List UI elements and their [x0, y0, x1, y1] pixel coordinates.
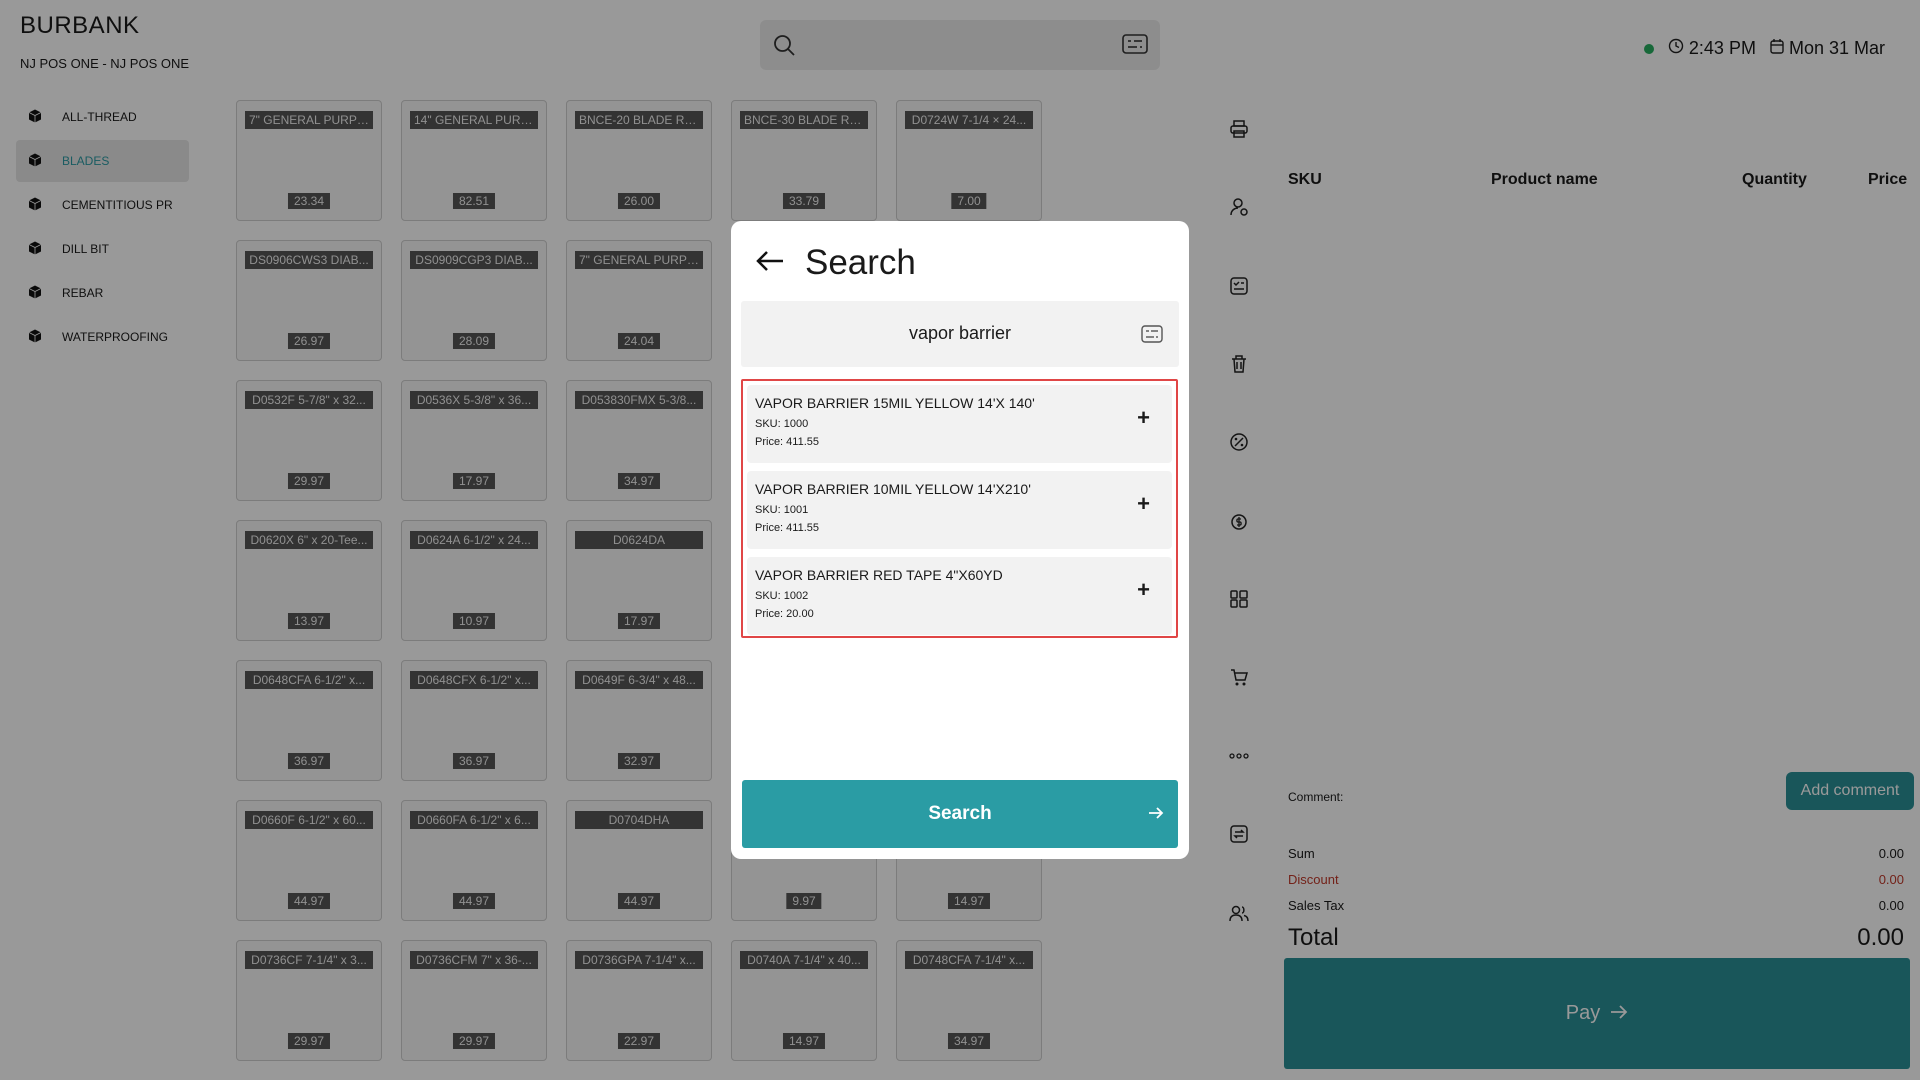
result-price: Price: 411.55	[755, 436, 820, 448]
result-sku: SKU: 1002	[755, 590, 809, 602]
result-price: Price: 20.00	[755, 608, 814, 620]
add-item-button[interactable]: +	[1137, 493, 1150, 515]
back-arrow-icon[interactable]	[755, 249, 785, 278]
search-button-label: Search	[928, 803, 992, 824]
search-query-text: vapor barrier	[908, 323, 1012, 343]
keyboard-icon[interactable]	[1141, 325, 1163, 348]
result-sku: SKU: 1000	[755, 418, 809, 430]
arrow-right-icon	[1148, 804, 1164, 826]
search-button[interactable]: Search	[742, 780, 1178, 848]
search-modal: Search vapor barrier VAPOR BARRIER 15MIL…	[731, 221, 1189, 859]
result-name: VAPOR BARRIER 15MIL YELLOW 14'X 140'	[755, 395, 1035, 411]
result-name: VAPOR BARRIER RED TAPE 4"X60YD	[755, 567, 1003, 583]
search-query-input[interactable]: vapor barrier	[741, 301, 1179, 367]
add-item-button[interactable]: +	[1137, 407, 1150, 429]
modal-header: Search	[755, 243, 916, 283]
search-results-list: VAPOR BARRIER 15MIL YELLOW 14'X 140' SKU…	[741, 379, 1178, 638]
result-name: VAPOR BARRIER 10MIL YELLOW 14'X210'	[755, 481, 1031, 497]
result-price: Price: 411.55	[755, 522, 820, 534]
search-result-item[interactable]: VAPOR BARRIER RED TAPE 4"X60YD SKU: 1002…	[747, 557, 1172, 635]
search-result-item[interactable]: VAPOR BARRIER 15MIL YELLOW 14'X 140' SKU…	[747, 385, 1172, 463]
result-sku: SKU: 1001	[755, 504, 809, 516]
search-result-item[interactable]: VAPOR BARRIER 10MIL YELLOW 14'X210' SKU:…	[747, 471, 1172, 549]
modal-title: Search	[805, 243, 916, 282]
add-item-button[interactable]: +	[1137, 579, 1150, 601]
